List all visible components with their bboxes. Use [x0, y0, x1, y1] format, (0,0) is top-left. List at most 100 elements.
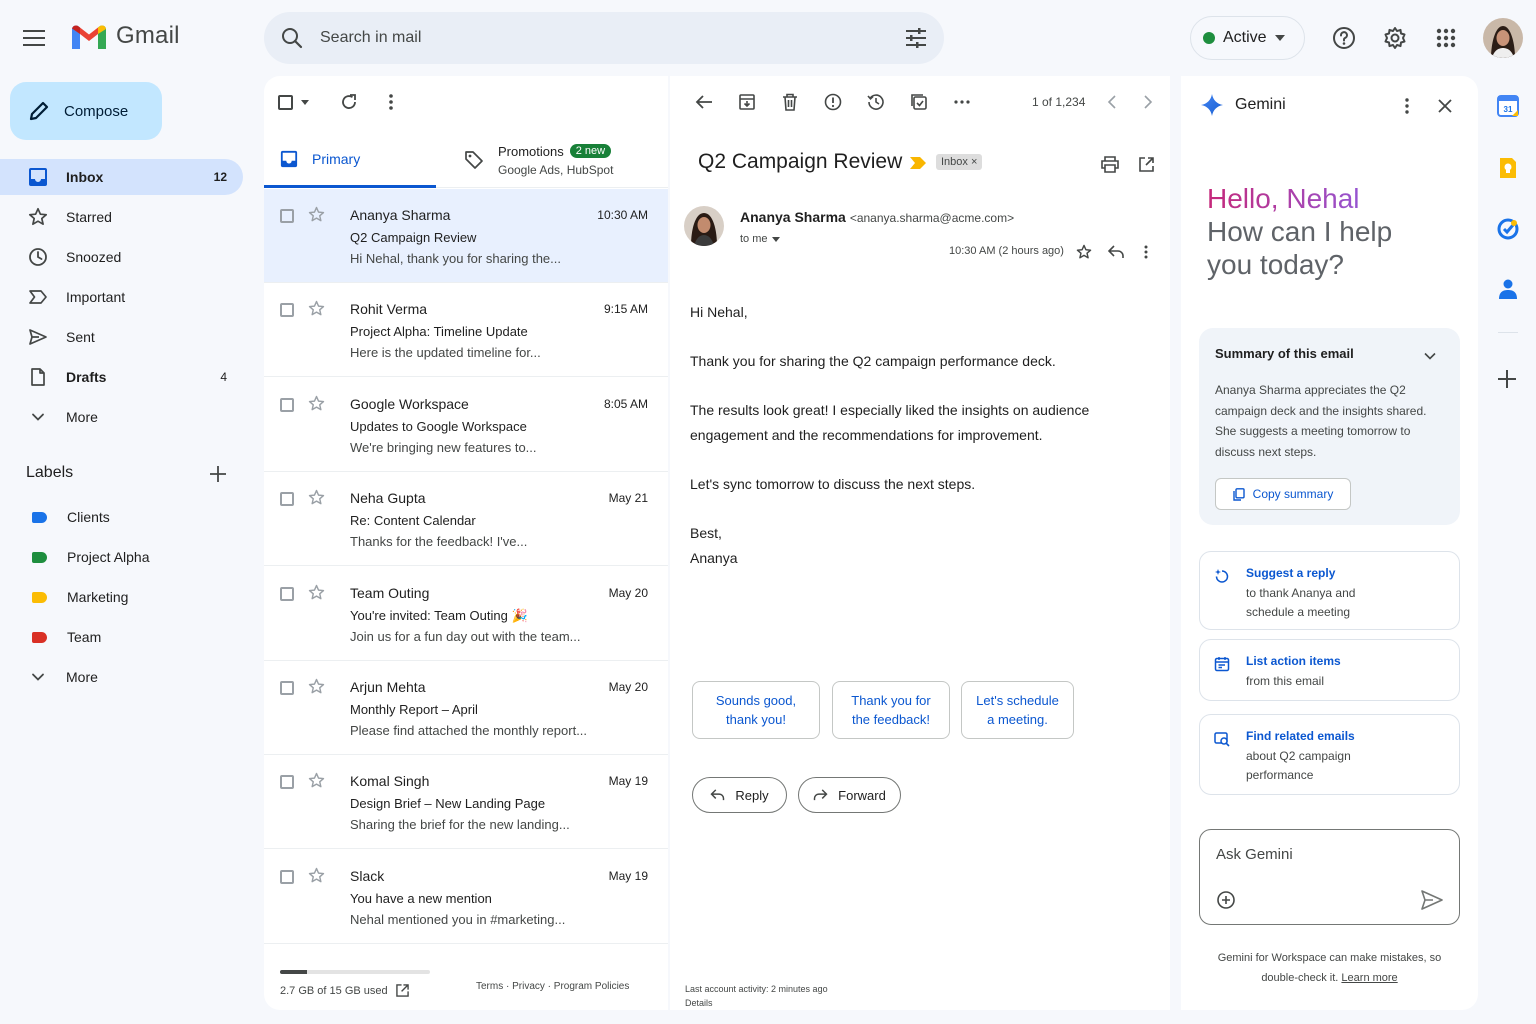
refresh-icon[interactable]: [337, 90, 361, 114]
more-vert-icon[interactable]: [1395, 94, 1419, 118]
tab-primary[interactable]: Primary: [264, 132, 436, 188]
star-icon[interactable]: [308, 772, 325, 789]
star-icon[interactable]: [308, 867, 325, 884]
more-vert-icon[interactable]: [379, 90, 403, 114]
copy-summary-button[interactable]: Copy summary: [1215, 478, 1351, 510]
gmail-logo[interactable]: Gmail: [70, 22, 180, 50]
sidebar-item-sent[interactable]: Sent: [0, 319, 243, 355]
smart-reply-button[interactable]: Sounds good, thank you!: [692, 681, 820, 739]
table-row[interactable]: Neha Gupta May 21 Re: Content Calendar Than…: [264, 472, 668, 567]
trash-icon[interactable]: [778, 90, 802, 114]
main-menu-icon[interactable]: [22, 26, 46, 50]
suggest-reply-card[interactable]: Suggest a reply to thank Ananya and sche…: [1199, 551, 1460, 630]
reply-icon[interactable]: [1104, 240, 1128, 264]
table-row[interactable]: Komal Singh May 19 Design Brief – New Land…: [264, 755, 668, 850]
clock-icon: [29, 248, 47, 266]
search-bar[interactable]: [264, 12, 944, 64]
back-arrow-icon[interactable]: [692, 90, 716, 114]
row-checkbox[interactable]: [280, 303, 294, 318]
star-icon[interactable]: [308, 300, 325, 317]
ask-gemini-input[interactable]: [1216, 846, 1436, 863]
table-row[interactable]: Team Outing May 20 You're invited: Team Ou…: [264, 567, 668, 661]
footer-links[interactable]: Terms · Privacy · Program Policies: [476, 981, 629, 992]
row-checkbox[interactable]: [280, 209, 294, 223]
star-icon[interactable]: [308, 395, 325, 412]
table-row[interactable]: Rohit Verma 9:15 AM Project Alpha: Timelin…: [264, 283, 668, 378]
inbox-label-chip[interactable]: Inbox ×: [936, 154, 983, 170]
add-app-icon[interactable]: [1497, 369, 1517, 389]
more-horiz-icon[interactable]: [950, 90, 974, 114]
keep-app-icon[interactable]: [1497, 157, 1519, 179]
chevron-down-icon[interactable]: [1418, 344, 1442, 368]
star-icon[interactable]: [308, 584, 325, 601]
recipient-details[interactable]: to me: [740, 233, 780, 245]
list-action-items-card[interactable]: List action items from this email: [1199, 639, 1460, 701]
details-link[interactable]: Details: [685, 996, 828, 1010]
sidebar-item-important[interactable]: Important: [0, 279, 243, 315]
table-row[interactable]: Arjun Mehta May 20 Monthly Report – April P…: [264, 661, 668, 755]
label-project-alpha[interactable]: Project Alpha: [0, 539, 243, 575]
table-row[interactable]: Ananya Sharma 10:30 AM Q2 Campaign Review H…: [264, 189, 668, 283]
tasks-app-icon[interactable]: [1497, 218, 1519, 240]
more-vert-icon[interactable]: [1134, 240, 1158, 264]
labels-heading: Labels: [26, 464, 74, 481]
contacts-app-icon[interactable]: [1497, 278, 1519, 300]
chevron-left-icon[interactable]: [1100, 90, 1124, 114]
calendar-app-icon[interactable]: 31: [1497, 95, 1519, 117]
label-team[interactable]: Team: [0, 619, 243, 655]
star-icon[interactable]: [308, 206, 325, 223]
gear-icon[interactable]: [1383, 26, 1407, 50]
help-icon[interactable]: [1332, 26, 1356, 50]
sidebar-item-inbox[interactable]: Inbox 12: [0, 159, 243, 195]
learn-more-link[interactable]: Learn more: [1341, 972, 1397, 984]
star-icon[interactable]: [1072, 240, 1096, 264]
select-all-checkbox[interactable]: [278, 94, 309, 110]
forward-button[interactable]: Forward: [798, 777, 901, 813]
row-checkbox[interactable]: [280, 869, 294, 884]
open-in-new-icon[interactable]: [395, 984, 409, 997]
status-selector[interactable]: Active: [1190, 16, 1305, 60]
star-icon[interactable]: [308, 489, 325, 506]
find-related-emails-card[interactable]: Find related emails about Q2 campaign pe…: [1199, 714, 1460, 795]
reply-button[interactable]: Reply: [692, 777, 787, 813]
search-input[interactable]: [320, 29, 904, 47]
sender-avatar[interactable]: [684, 206, 724, 246]
star-icon[interactable]: [308, 678, 325, 695]
sidebar-item-more[interactable]: More: [0, 399, 243, 435]
table-row[interactable]: Slack May 19 You have a new mention Nehal m…: [264, 850, 668, 944]
row-checkbox[interactable]: [280, 681, 294, 695]
search-options-icon[interactable]: [904, 26, 928, 50]
add-to-tasks-icon[interactable]: [907, 90, 931, 114]
sidebar-item-label: Important: [66, 289, 126, 305]
report-spam-icon[interactable]: [821, 90, 845, 114]
tab-promotions[interactable]: Promotions 2 new Google Ads, HubSpot: [464, 132, 668, 188]
open-in-new-window-icon[interactable]: [1134, 152, 1158, 176]
important-marker-icon[interactable]: [910, 157, 926, 169]
labels-more[interactable]: More: [0, 659, 243, 695]
sidebar-item-starred[interactable]: Starred: [0, 199, 243, 235]
table-row[interactable]: Google Workspace 8:05 AM Updates to Google…: [264, 378, 668, 472]
snooze-icon[interactable]: [864, 90, 888, 114]
row-checkbox[interactable]: [280, 775, 294, 790]
compose-button[interactable]: Compose: [10, 82, 162, 140]
search-icon[interactable]: [280, 26, 304, 50]
send-icon[interactable]: [1420, 888, 1444, 912]
add-circle-icon[interactable]: [1214, 888, 1238, 912]
row-checkbox[interactable]: [280, 586, 294, 601]
remove-label-icon[interactable]: ×: [971, 156, 977, 168]
label-clients[interactable]: Clients: [0, 499, 243, 535]
smart-reply-button[interactable]: Thank you for the feedback!: [832, 681, 950, 739]
archive-icon[interactable]: [735, 90, 759, 114]
sidebar-item-drafts[interactable]: Drafts 4: [0, 359, 243, 395]
smart-reply-button[interactable]: Let's schedule a meeting.: [961, 681, 1074, 739]
apps-grid-icon[interactable]: [1434, 26, 1458, 50]
row-checkbox[interactable]: [280, 397, 294, 412]
account-avatar[interactable]: [1483, 18, 1523, 58]
print-icon[interactable]: [1098, 152, 1122, 176]
add-label-icon[interactable]: [206, 462, 230, 486]
sidebar-item-snoozed[interactable]: Snoozed: [0, 239, 243, 275]
chevron-right-icon[interactable]: [1136, 90, 1160, 114]
row-checkbox[interactable]: [280, 492, 294, 507]
label-marketing[interactable]: Marketing: [0, 579, 243, 615]
close-icon[interactable]: [1433, 94, 1457, 118]
